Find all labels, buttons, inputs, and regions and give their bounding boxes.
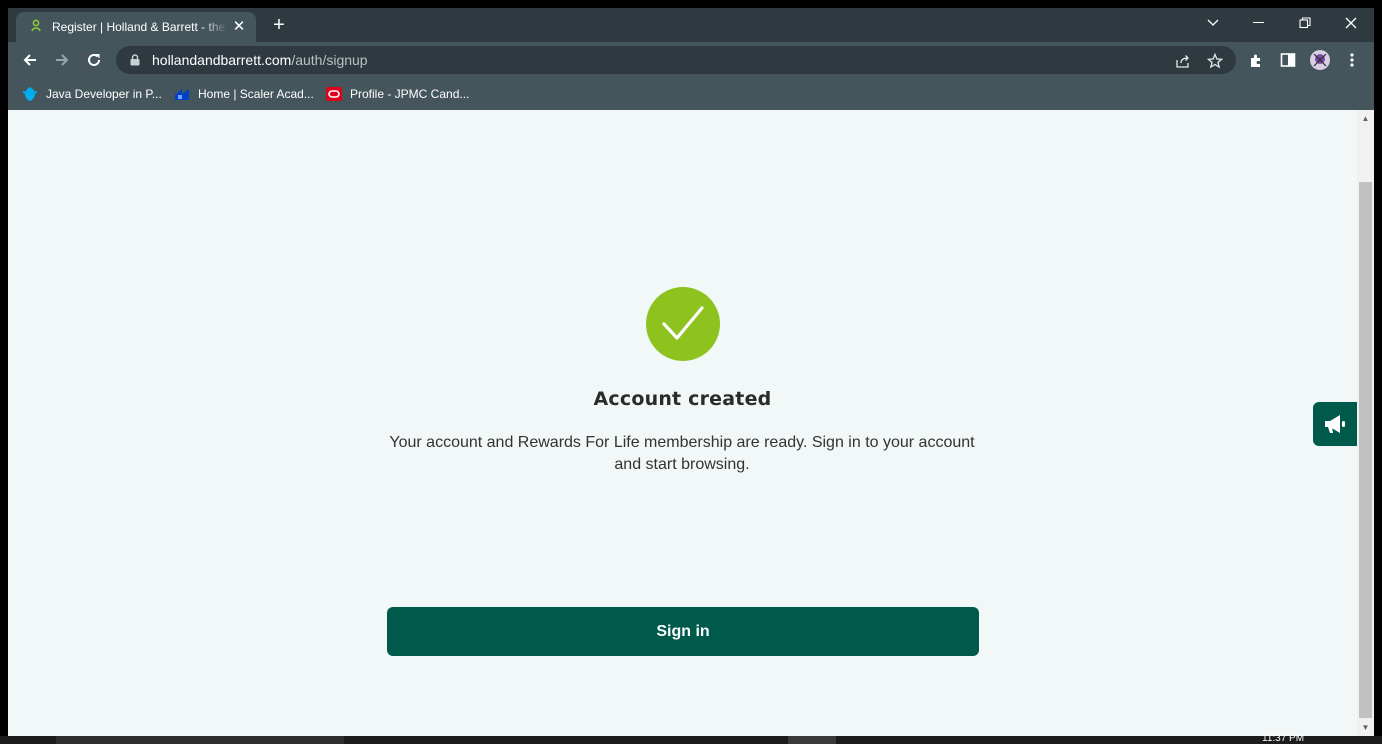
screen-edge	[1374, 0, 1382, 744]
url-text: hollandandbarrett.com/auth/signup	[152, 52, 368, 68]
tab-search-icon[interactable]	[1190, 8, 1236, 38]
close-tab-icon[interactable]: ✕	[230, 18, 248, 36]
url-host: hollandandbarrett.com	[152, 52, 292, 68]
os-taskbar: 11:37 PM	[0, 733, 1382, 744]
forward-button[interactable]	[48, 46, 76, 74]
close-window-button[interactable]	[1328, 8, 1374, 38]
reload-button[interactable]	[80, 46, 108, 74]
minimize-button[interactable]	[1236, 8, 1282, 38]
browser-title-bar: Register | Holland & Barrett - the UK's …	[8, 8, 1374, 42]
megaphone-icon	[1325, 415, 1345, 433]
screen: Register | Holland & Barrett - the UK's …	[0, 0, 1382, 744]
profile-avatar[interactable]	[1310, 50, 1330, 70]
extensions-icon[interactable]	[1246, 50, 1266, 70]
taskbar-clock: 11:37 PM	[1262, 733, 1305, 744]
scaler-icon	[174, 86, 190, 102]
screen-edge	[0, 0, 1382, 8]
bookmarks-bar: Java Developer in P... Home | Scaler Aca…	[8, 78, 1374, 110]
barclays-eagle-icon	[22, 86, 38, 102]
page-content: Account created Your account and Rewards…	[8, 110, 1357, 736]
checkmark-icon	[646, 287, 720, 361]
oracle-icon	[326, 86, 342, 102]
page-title: Account created	[593, 388, 772, 410]
address-bar[interactable]: hollandandbarrett.com/auth/signup	[116, 46, 1236, 74]
bookmark-label: Home | Scaler Acad...	[198, 87, 314, 101]
lock-icon	[130, 54, 140, 66]
more-menu-icon[interactable]	[1342, 50, 1362, 70]
back-button[interactable]	[16, 46, 44, 74]
bookmark-label: Java Developer in P...	[46, 87, 162, 101]
side-panel-icon[interactable]	[1278, 50, 1298, 70]
url-path: /auth/signup	[291, 52, 368, 68]
bookmark-scaler[interactable]: Home | Scaler Acad...	[174, 83, 314, 105]
confirmation-message: Your account and Rewards For Life member…	[389, 434, 975, 473]
page-scrollbar[interactable]: ▲ ▼	[1357, 110, 1374, 736]
browser-toolbar: hollandandbarrett.com/auth/signup	[8, 42, 1374, 78]
new-tab-button[interactable]: +	[268, 14, 290, 36]
restore-button[interactable]	[1282, 8, 1328, 38]
scrollbar-thumb[interactable]	[1359, 182, 1372, 718]
browser-tab[interactable]: Register | Holland & Barrett - the UK's …	[16, 12, 256, 42]
screen-edge	[0, 0, 8, 744]
scroll-down-arrow-icon[interactable]: ▼	[1357, 719, 1374, 736]
sign-in-button[interactable]: Sign in	[387, 607, 979, 656]
bookmark-label: Profile - JPMC Cand...	[350, 87, 470, 101]
feedback-button[interactable]	[1313, 402, 1357, 446]
scroll-up-arrow-icon[interactable]: ▲	[1357, 110, 1374, 127]
tab-title: Register | Holland & Barrett - the UK's …	[52, 20, 228, 34]
taskbar-app-button[interactable]	[788, 736, 836, 744]
bookmark-star-icon[interactable]	[1206, 52, 1224, 70]
share-icon[interactable]	[1174, 52, 1192, 70]
holland-barrett-leaf-icon	[28, 19, 44, 35]
bookmark-jpmc-profile[interactable]: Profile - JPMC Cand...	[326, 83, 469, 105]
bookmark-java-developer[interactable]: Java Developer in P...	[22, 83, 162, 105]
taskbar-search[interactable]	[56, 736, 344, 744]
